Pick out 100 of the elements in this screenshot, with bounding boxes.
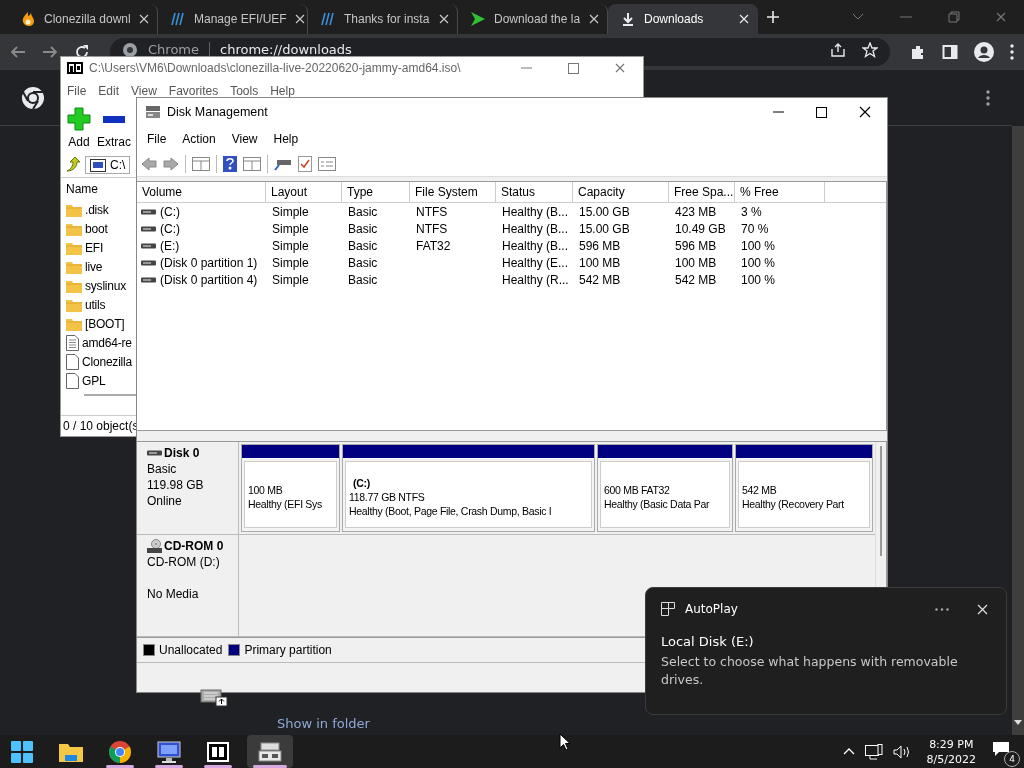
show-in-folder-link[interactable]: Show in folder — [277, 716, 370, 731]
partition-size: 542 MB — [742, 483, 777, 496]
status-text: 0 / 10 object(s — [63, 419, 139, 433]
monitor-icon — [157, 740, 181, 763]
chevron-down-icon[interactable] — [852, 13, 864, 21]
autoplay-icon — [661, 602, 675, 616]
column-header[interactable]: Volume — [137, 182, 266, 202]
column-header[interactable]: Layout — [266, 182, 342, 202]
toolbar-button[interactable]: Extrac — [97, 107, 131, 149]
menu-icon[interactable] — [1010, 44, 1014, 60]
more-icon[interactable] — [935, 607, 949, 611]
checklist-icon[interactable] — [298, 155, 312, 172]
taskbar-button[interactable] — [247, 735, 293, 768]
panel-icon[interactable] — [192, 156, 210, 171]
partition-status: Healthy (Basic Data Par — [604, 497, 710, 510]
menu-item[interactable]: View — [231, 131, 258, 146]
disk-type: CD-ROM (D:) — [147, 555, 221, 569]
scroll-down-icon[interactable] — [1014, 720, 1022, 725]
file-row[interactable]: .disk — [66, 200, 109, 219]
column-header[interactable]: Status — [496, 182, 573, 202]
file-row[interactable]: Clonezilla — [66, 352, 133, 371]
file-row[interactable]: [BOOT] — [66, 314, 125, 333]
forward-icon[interactable] — [163, 156, 179, 171]
menu-item[interactable]: File — [67, 84, 87, 98]
puzzle-icon[interactable] — [910, 44, 926, 60]
close-tab-icon[interactable] — [589, 14, 599, 24]
menu-item[interactable]: Action — [182, 131, 216, 146]
file-row[interactable]: utils — [66, 295, 106, 314]
browser-tab[interactable]: Downloads — [608, 4, 758, 34]
toolbar-button[interactable]: Add — [67, 107, 91, 149]
file-row[interactable]: syslinux — [66, 276, 127, 295]
menu-item[interactable]: Tools — [230, 84, 259, 98]
file-row[interactable]: live — [66, 257, 103, 276]
up-folder-icon[interactable] — [65, 157, 81, 173]
column-header[interactable]: Type — [342, 182, 410, 202]
menu-item[interactable]: Help — [270, 84, 295, 98]
menu-item[interactable]: Help — [273, 131, 299, 146]
menu-item[interactable]: File — [147, 131, 167, 146]
file-row[interactable]: boot — [66, 219, 108, 238]
column-header[interactable]: Capacity — [573, 182, 669, 202]
partition-block[interactable]: 600 MB FAT32 Healthy (Basic Data Par — [597, 444, 733, 532]
drive-icon — [141, 208, 156, 215]
table-cell-text: 100 % — [740, 238, 777, 253]
restore-icon[interactable] — [948, 11, 960, 23]
file-row[interactable]: amd64-re — [66, 333, 132, 352]
download-icon — [620, 11, 636, 27]
menu-item[interactable]: View — [131, 84, 157, 98]
column-header[interactable]: % Free — [735, 182, 825, 202]
file-icon — [66, 372, 79, 389]
properties-icon[interactable] — [318, 156, 336, 171]
star-icon[interactable] — [862, 42, 878, 58]
legend-label: Unallocated — [159, 643, 223, 657]
column-header[interactable]: Free Spa... — [669, 182, 735, 202]
volume-icon[interactable] — [892, 744, 911, 759]
close-icon[interactable] — [859, 106, 871, 118]
table-cell: (C:) — [137, 221, 266, 236]
text-file-icon — [66, 334, 79, 351]
disk-size: 119.98 GB — [147, 478, 205, 492]
back-icon[interactable] — [141, 156, 157, 171]
plus-icon[interactable] — [766, 10, 780, 24]
path-field[interactable]: C:\ — [85, 156, 131, 174]
menu-item[interactable]: Edit — [98, 84, 120, 98]
file-row[interactable]: EFI — [66, 238, 104, 257]
sidebar-icon[interactable] — [942, 44, 958, 60]
maximize-icon[interactable] — [816, 106, 827, 118]
legend-label: Primary partition — [244, 643, 332, 657]
close-tab-icon[interactable] — [439, 14, 449, 24]
file-row[interactable]: GPL — [66, 371, 106, 390]
autoplay-toast[interactable]: AutoPlay Local Disk (E:) Select to choose what happens with removable drives. — [645, 587, 1007, 715]
close-tab-icon[interactable] — [294, 14, 305, 24]
close-tab-icon[interactable] — [139, 14, 149, 24]
help-icon[interactable] — [223, 155, 237, 172]
partition-block[interactable]: 542 MB Healthy (Recovery Part — [735, 444, 873, 532]
column-header[interactable]: Name — [66, 182, 98, 196]
back-icon[interactable] — [10, 44, 26, 60]
chevron-up-icon[interactable] — [842, 748, 855, 755]
notification-message: Select to choose what happens with removable drives. — [661, 653, 959, 689]
panel-icon[interactable] — [243, 156, 261, 171]
table-cell-text: 3 % — [740, 204, 763, 219]
clock[interactable]: 8:29 PM 8/5/2022 — [920, 736, 982, 767]
menu-item[interactable]: Favorites — [168, 84, 219, 98]
menu-icon[interactable] — [986, 89, 990, 106]
partition-status: Healthy (EFI Sys — [248, 497, 322, 510]
partition-block[interactable]: (C:) 118.77 GB NTFS Healthy (Boot, Page File, Crash Dump, Basic I — [342, 444, 595, 532]
disk-status: Online — [147, 494, 183, 508]
folder-icon — [59, 741, 83, 762]
table-cell-text: Basic — [347, 221, 379, 236]
profile-icon[interactable] — [974, 42, 994, 62]
column-header[interactable]: File System — [410, 182, 496, 202]
slashes-icon — [320, 11, 336, 27]
folder-icon — [66, 202, 82, 217]
forward-icon[interactable] — [42, 44, 58, 60]
share-icon[interactable] — [830, 42, 846, 58]
address-text: chrome://downloads — [220, 42, 352, 57]
drive-icon — [141, 276, 156, 283]
table-cell: (C:) — [137, 204, 266, 219]
partition-block[interactable]: 100 MB Healthy (EFI Sys — [241, 444, 340, 532]
network-icon[interactable] — [864, 743, 883, 760]
table-cell-text: Healthy (E... — [501, 255, 570, 270]
table-cell-text: 100 % — [740, 272, 777, 287]
